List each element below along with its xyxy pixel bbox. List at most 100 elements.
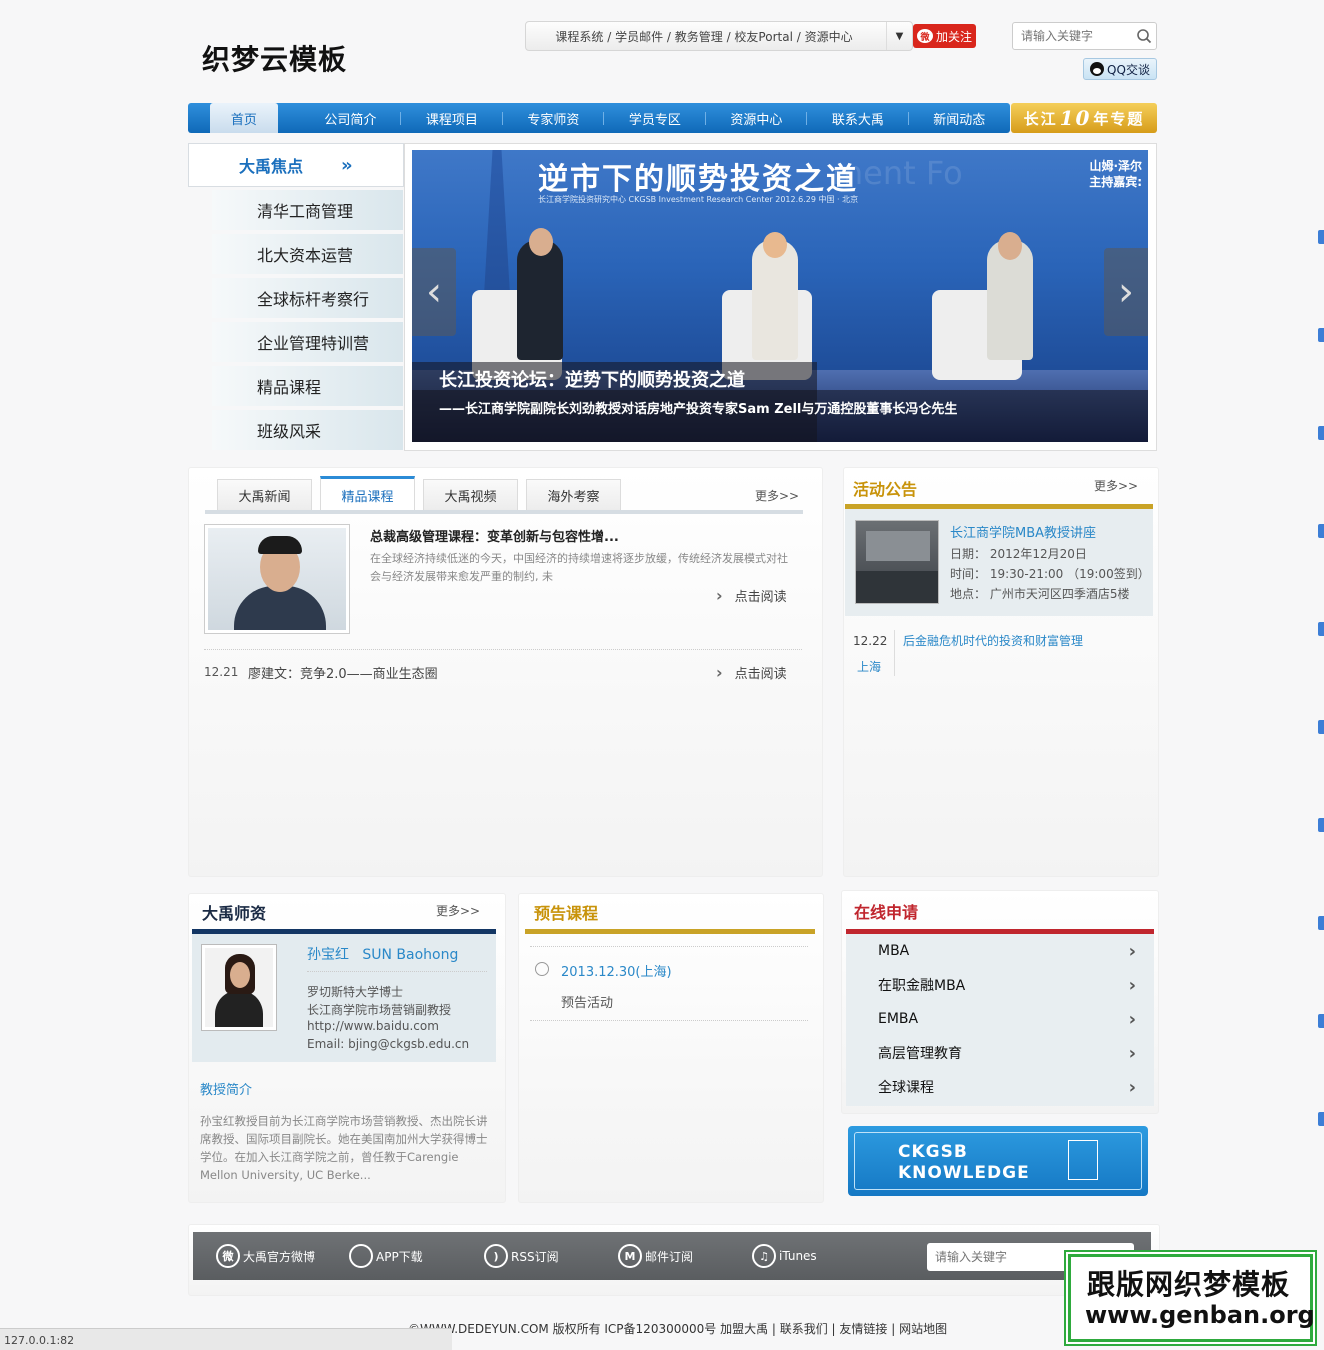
chevron-right-icon: › (1128, 1076, 1136, 1098)
top-links[interactable]: 课程系统 / 学员邮件 / 教务管理 / 校友Portal / 资源中心 (555, 28, 852, 45)
chevron-right-icon: › (1128, 974, 1136, 996)
faculty-website[interactable]: http://www.baidu.com (307, 1019, 439, 1033)
focus-item[interactable]: 北大资本运营 (212, 234, 403, 274)
speaker-figure (752, 240, 798, 360)
rss-icon: ) (484, 1244, 508, 1268)
activity-thumbnail[interactable] (855, 520, 939, 604)
forecast-panel (518, 893, 824, 1203)
apply-item-mba[interactable]: MBA › (846, 934, 1154, 968)
banner-caption-title[interactable]: 长江投资论坛：逆势下的顺势投资之道 (439, 366, 745, 392)
activity-item-city: 上海 (857, 660, 882, 674)
faculty-degree: 罗切斯特大学博士 (307, 985, 404, 999)
banner-next-button[interactable]: › (1104, 248, 1148, 336)
tab-featured-courses[interactable]: 精品课程 (320, 476, 415, 511)
apply-title: 在线申请 (854, 903, 919, 922)
faculty-position: 长江商学院市场营销副教授 (307, 1003, 452, 1017)
chevron-right-icon: › (716, 586, 723, 605)
chevron-right-icon: › (716, 663, 723, 682)
faculty-email[interactable]: Email: bjing@ckgsb.edu.cn (307, 1037, 469, 1051)
chevron-right-icon: › (1128, 940, 1136, 962)
faculty-more-link[interactable]: 更多>> (436, 902, 480, 919)
focus-item[interactable]: 全球标杆考察行 (212, 278, 403, 318)
nav-about[interactable]: 公司简介 (300, 103, 402, 133)
browser-status-bar: 127.0.0.1:82 (0, 1328, 452, 1350)
read-more-link[interactable]: › 点击阅读 (716, 663, 787, 682)
apply-item-executive-education[interactable]: 高层管理教育 › (846, 1036, 1154, 1070)
anniversary-special-link[interactable]: 长江 10 年专题 (1011, 103, 1157, 133)
ckgsb-knowledge-banner[interactable]: CKGSB KNOWLEDGE (848, 1126, 1148, 1196)
mail-icon: M (618, 1244, 642, 1268)
tab-overseas[interactable]: 海外考察 (526, 479, 621, 511)
activity-item-title[interactable]: 后金融危机时代的投资和财富管理 (903, 632, 1083, 649)
dropdown-arrow-icon[interactable]: ▼ (886, 22, 912, 50)
nav-resources[interactable]: 资源中心 (706, 103, 808, 133)
weibo-link[interactable]: 微大禹官方微博 (216, 1244, 315, 1268)
banner-caption-subtitle: ——长江商学院副院长刘劲教授对话房地产投资专家Sam Zell与万通控股董事长冯… (439, 402, 958, 417)
tab-news[interactable]: 大禹新闻 (217, 479, 312, 511)
qq-chat-button[interactable]: QQ交谈 (1083, 58, 1157, 80)
clock-icon (535, 962, 549, 976)
chevron-right-icon: › (1128, 1042, 1136, 1064)
apply-list: MBA › 在职金融MBA › EMBA › 高层管理教育 › 全球课程 › (846, 934, 1154, 1106)
faculty-photo[interactable] (201, 944, 277, 1031)
double-chevron-icon: » (341, 154, 352, 176)
nav-students[interactable]: 学员专区 (604, 103, 707, 133)
banner-prev-button[interactable]: ‹ (412, 248, 456, 336)
tab-underline (205, 510, 803, 514)
weibo-icon: 微 (916, 29, 933, 43)
banner-corner-text: 山姆·泽尔 主持嘉宾: (1089, 159, 1142, 189)
apply-item-finance-mba[interactable]: 在职金融MBA › (846, 968, 1154, 1002)
activity-title: 活动公告 (853, 480, 918, 499)
top-links-bar[interactable]: 课程系统 / 学员邮件 / 教务管理 / 校友Portal / 资源中心 ▼ (525, 21, 913, 51)
nav-news[interactable]: 新闻动态 (909, 103, 1010, 133)
nav-faculty[interactable]: 专家师资 (503, 103, 605, 133)
focus-item[interactable]: 企业管理特训营 (212, 322, 403, 362)
rss-link[interactable]: ) RSS订阅 (484, 1244, 559, 1268)
focus-list: 清华工商管理 北大资本运营 全球标杆考察行 企业管理特训营 精品课程 班级风采 (212, 190, 403, 454)
news-feature-title[interactable]: 总裁高级管理课程：变革创新与包容性增... (370, 526, 619, 545)
news-tabs: 大禹新闻 精品课程 大禹视频 海外考察 (217, 476, 621, 511)
news-item-title[interactable]: 廖建文：竞争2.0——商业生态圈 (248, 663, 438, 682)
nav-contact[interactable]: 联系大禹 (807, 103, 910, 133)
app-download-link[interactable]: APP下载 (349, 1244, 423, 1268)
activity-more-link[interactable]: 更多>> (1094, 477, 1138, 494)
header-search (1012, 22, 1157, 50)
apply-item-global-courses[interactable]: 全球课程 › (846, 1070, 1154, 1104)
news-thumbnail[interactable] (204, 524, 350, 634)
forecast-date[interactable]: 2013.12.30(上海) (561, 961, 672, 980)
activity-item-date: 12.22 (853, 634, 888, 648)
activity-event-title[interactable]: 长江商学院MBA教授讲座 (950, 522, 1096, 541)
focus-item[interactable]: 班级风采 (212, 410, 403, 450)
focus-header: 大禹焦点 » (188, 143, 404, 187)
faculty-intro-text: 孙宝红教授目前为长江商学院市场营销教授、杰出院长讲席教授、国际项目副院长。她在美… (200, 1114, 488, 1182)
banner-title: 逆市下的顺势投资之道 (538, 162, 858, 197)
focus-item[interactable]: 精品课程 (212, 366, 403, 406)
nav-courses[interactable]: 课程项目 (401, 103, 504, 133)
email-subscribe-link[interactable]: M 邮件订阅 (618, 1244, 693, 1268)
activity-event-time: 时间： 19:30-21:00 （19:00签到） (950, 567, 1150, 581)
itunes-link[interactable]: ♫ iTunes (752, 1244, 817, 1268)
read-more-link[interactable]: › 点击阅读 (716, 586, 787, 605)
activity-event-date: 日期： 2012年12月20日 (950, 547, 1087, 561)
chevron-right-icon: › (1128, 1008, 1136, 1030)
banner-slide[interactable]: ment Fo 逆市下的顺势投资之道 长江商学院投资研究中心 CKGSB Inv… (412, 150, 1148, 442)
music-note-icon: ♫ (752, 1244, 776, 1268)
speaker-figure (517, 240, 563, 360)
header-search-input[interactable] (1013, 23, 1123, 49)
activity-event-place: 地点： 广州市天河区四季酒店5楼 (950, 587, 1130, 601)
apply-item-emba[interactable]: EMBA › (846, 1002, 1154, 1036)
main-nav: 首页 公司简介 课程项目 专家师资 学员专区 资源中心 联系大禹 新闻动态 (188, 103, 1010, 133)
weibo-follow-button[interactable]: 微 加关注 (913, 24, 976, 48)
nav-home[interactable]: 首页 (210, 103, 278, 133)
site-logo[interactable]: 织梦云模板 (202, 38, 347, 78)
news-more-link[interactable]: 更多>> (755, 487, 799, 504)
banner-subtitle: 长江商学院投资研究中心 CKGSB Investment Research Ce… (538, 195, 859, 204)
forecast-title: 预告课程 (534, 904, 599, 923)
faculty-name[interactable]: 孙宝红 SUN Baohong (307, 944, 458, 964)
tab-videos[interactable]: 大禹视频 (423, 479, 518, 511)
focus-item[interactable]: 清华工商管理 (212, 190, 403, 230)
ckgsb-logo-icon (1068, 1140, 1098, 1180)
apple-icon (349, 1244, 373, 1268)
side-markers (1318, 230, 1324, 1210)
search-icon[interactable] (1136, 28, 1152, 44)
